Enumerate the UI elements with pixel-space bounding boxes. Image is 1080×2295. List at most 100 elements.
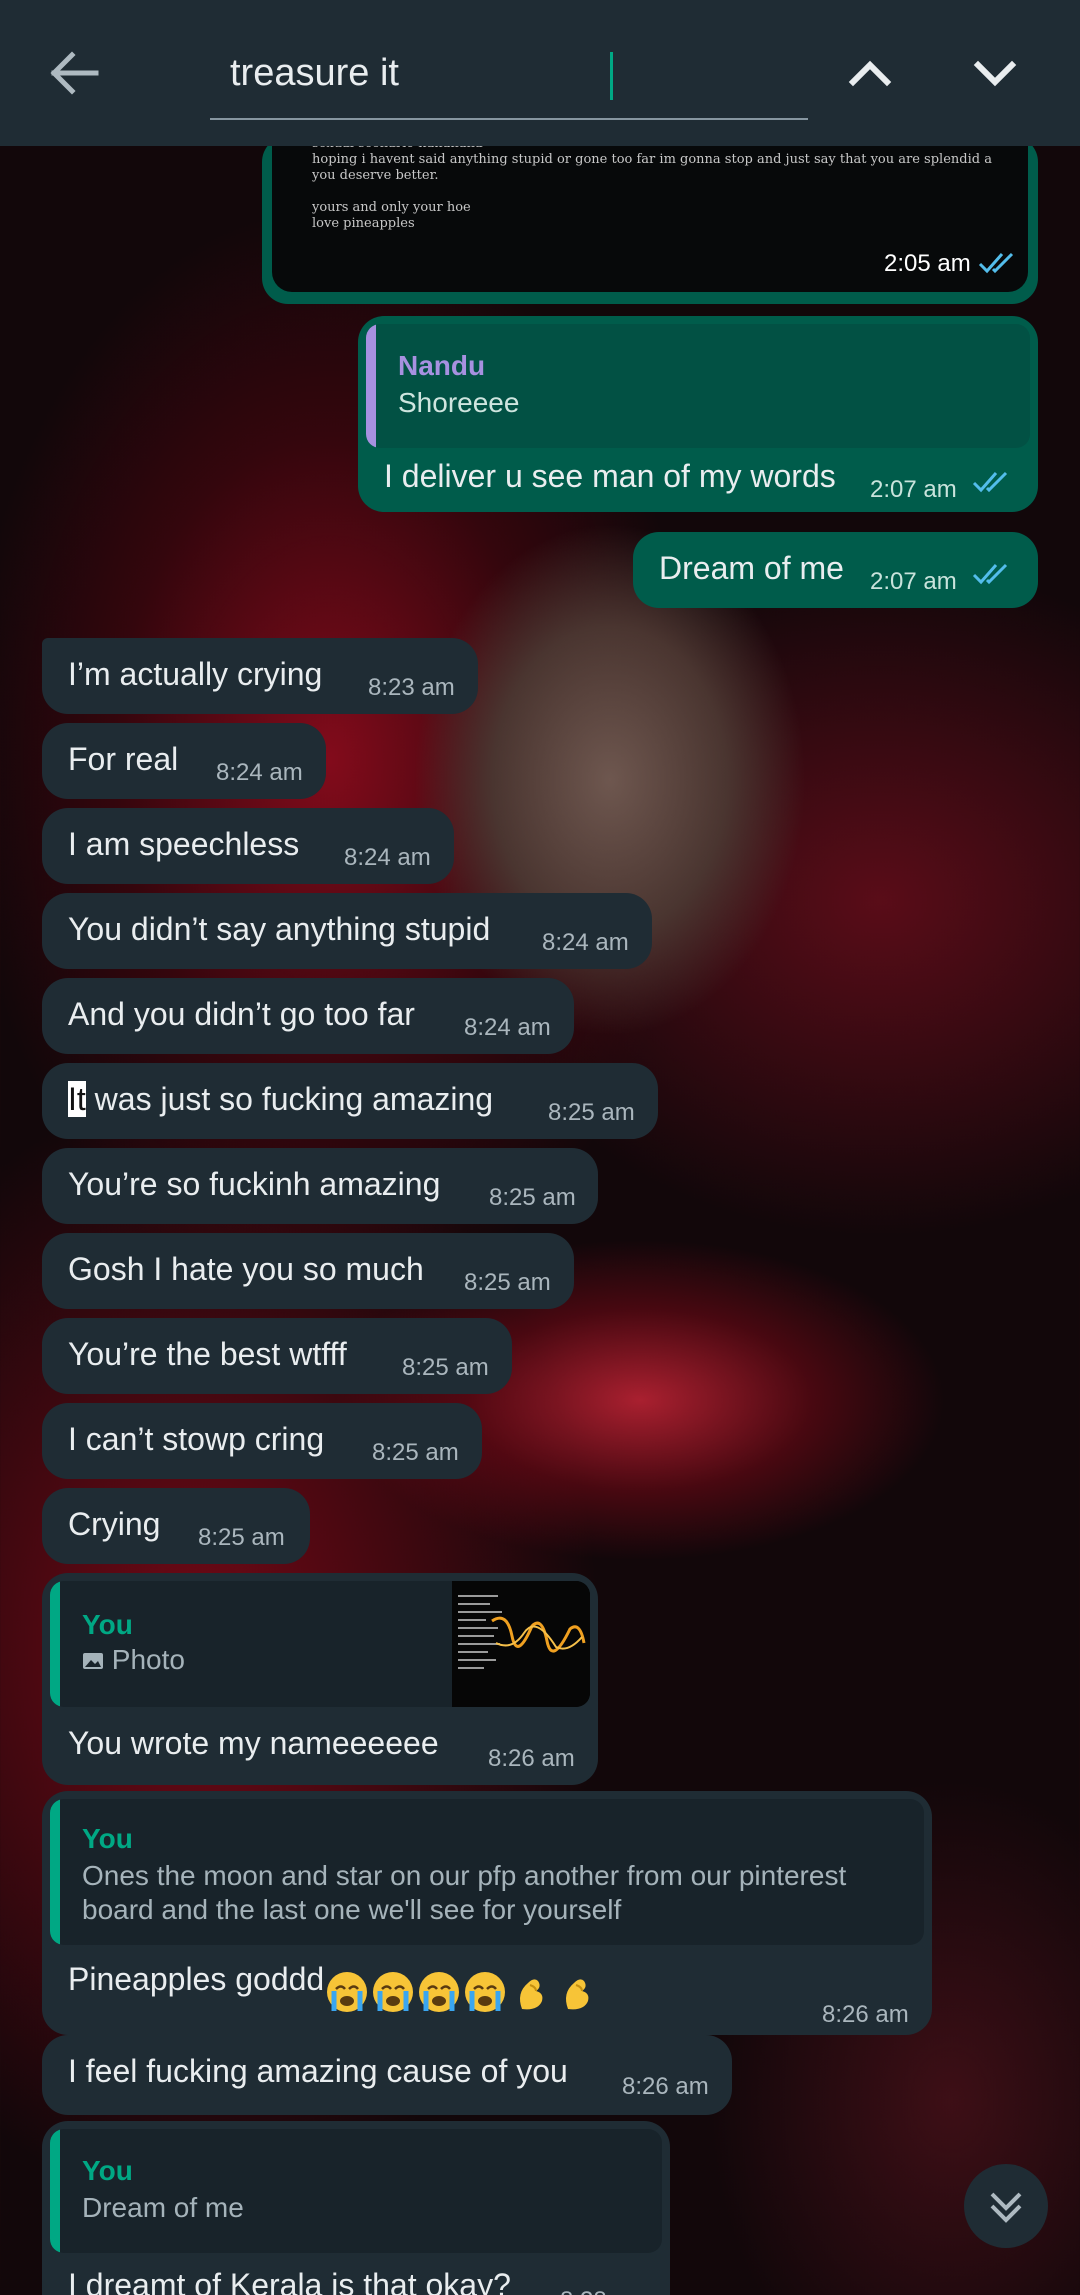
message-incoming[interactable]: I am speechless 8:24 am (42, 808, 454, 884)
photo-icon (83, 1653, 103, 1669)
quote-text: Photo (111, 1644, 185, 1675)
quote-author: You (82, 1823, 133, 1854)
message-time: 2:07 am (870, 568, 957, 595)
message-incoming[interactable]: Gosh I hate you so much 8:25 am (42, 1233, 574, 1309)
search-highlight: It (68, 1081, 86, 1117)
message-text-main: Pineapples goddd (68, 1961, 325, 1997)
double-chevron-down-icon (990, 2192, 1022, 2223)
message-time: 2:05 am (884, 250, 971, 277)
message-text: Dream of me (659, 550, 844, 586)
loudly-crying-face-icon (373, 1971, 414, 2012)
image-message[interactable]: sexual scenario hahahaha hoping i havent… (262, 136, 1038, 304)
pinched-fingers-icon (520, 1978, 543, 2009)
message-text: I am speechless (68, 826, 300, 862)
chevron-up-icon (848, 60, 892, 87)
message-incoming[interactable]: Crying 8:25 am (42, 1488, 310, 1564)
image-line: hoping i havent said anything stupid or … (312, 152, 992, 167)
message-time: 8:28 am (560, 2281, 647, 2295)
quote-author: Nandu (398, 350, 486, 381)
image-line: yours and only your hoe (312, 200, 471, 215)
search-input[interactable] (230, 48, 790, 98)
pinched-fingers-icon (566, 1978, 589, 2009)
message-time: 8:25 am (198, 1524, 285, 1551)
message-time: 8:25 am (489, 1184, 576, 1211)
search-previous-button[interactable] (835, 38, 905, 108)
message-incoming[interactable]: And you didn’t go too far 8:24 am (42, 978, 574, 1054)
quoted-message[interactable]: You Dream of me (50, 2129, 662, 2253)
chat-messages[interactable]: sexual scenario hahahaha hoping i havent… (0, 136, 1080, 2295)
loudly-crying-face-icon (327, 1971, 368, 2012)
image-line: you deserve better. (312, 168, 439, 183)
message-text-rest: was just so fucking amazing (85, 1081, 494, 1117)
quoted-message[interactable]: Nandu Shoreeee (366, 324, 1030, 448)
message-incoming[interactable]: You Photo You wrote my nameeeeee 8:26 am (42, 1573, 598, 1785)
quoted-message[interactable]: You Ones the moon and star on our pfp an… (50, 1799, 924, 1945)
message-incoming[interactable]: I feel fucking amazing cause of you 8:26… (42, 2035, 732, 2115)
message-text: For real (68, 741, 179, 777)
quote-text: Shoreeee (398, 387, 520, 418)
quote-thumbnail[interactable] (452, 1581, 590, 1707)
double-check-icon (978, 252, 1014, 274)
quote-photo-label: Photo (82, 1643, 185, 1677)
message-text: I feel fucking amazing cause of you (68, 2053, 568, 2089)
message-text: I can’t stowp cring (68, 1421, 325, 1457)
message-outgoing[interactable]: Dream of me 2:07 am (633, 532, 1038, 608)
message-text: I deliver u see man of my words (384, 458, 836, 494)
message-time: 8:26 am (822, 2001, 909, 2028)
quote-bar (50, 1799, 60, 1945)
message-text: You wrote my nameeeeee (68, 1725, 439, 1761)
message-time: 8:26 am (488, 1745, 575, 1772)
message-incoming[interactable]: I can’t stowp cring 8:25 am (42, 1403, 482, 1479)
message-time: 8:24 am (542, 929, 629, 956)
message-incoming[interactable]: You Dream of me I dreamt of Kerala is th… (42, 2121, 670, 2295)
message-incoming[interactable]: You Ones the moon and star on our pfp an… (42, 1791, 932, 2035)
search-field[interactable] (210, 30, 808, 120)
message-incoming[interactable]: You’re so fuckinh amazing 8:25 am (42, 1148, 598, 1224)
quote-text: Dream of me (82, 2192, 244, 2223)
message-time: 8:26 am (622, 2073, 709, 2100)
message-text: Pineapples goddd (68, 1959, 600, 2015)
quote-bar (50, 1581, 60, 1707)
back-button[interactable] (40, 38, 110, 108)
message-text: Crying (68, 1506, 161, 1542)
chevron-down-icon (973, 60, 1017, 87)
message-text: And you didn’t go too far (68, 996, 415, 1032)
message-incoming[interactable]: It was just so fucking amazing 8:25 am (42, 1063, 658, 1139)
quote-author: You (82, 2155, 133, 2186)
message-text: I’m actually crying (68, 656, 323, 692)
message-text: You didn’t say anything stupid (68, 911, 491, 947)
message-image[interactable]: sexual scenario hahahaha hoping i havent… (272, 136, 1028, 292)
message-incoming[interactable]: For real 8:24 am (42, 723, 326, 799)
message-time: 8:25 am (548, 1099, 635, 1126)
arrow-left-icon (50, 51, 99, 95)
message-time: 2:07 am (870, 476, 957, 503)
quote-author: You (82, 1609, 133, 1640)
message-time: 8:25 am (372, 1439, 459, 1466)
text-caret (610, 52, 613, 100)
thumbnail-image (452, 1581, 590, 1707)
image-line: love pineapples (312, 216, 415, 231)
emoji-group (324, 1969, 600, 2015)
quote-text: Ones the moon and star on our pfp anothe… (82, 1860, 847, 1925)
quoted-message[interactable]: You Photo (50, 1581, 590, 1707)
message-incoming[interactable]: I’m actually crying 8:23 am (42, 638, 478, 714)
message-incoming[interactable]: You’re the best wtfff 8:25 am (42, 1318, 512, 1394)
message-text: You’re so fuckinh amazing (68, 1166, 441, 1202)
scroll-to-bottom-button[interactable] (964, 2164, 1048, 2248)
message-outgoing[interactable]: Nandu Shoreeee I deliver u see man of my… (358, 316, 1038, 512)
message-time: 8:24 am (464, 1014, 551, 1041)
loudly-crying-face-icon (465, 1971, 506, 2012)
message-text: I dreamt of Kerala is that okay? (68, 2267, 511, 2295)
search-next-button[interactable] (960, 38, 1030, 108)
double-check-icon (972, 471, 1008, 493)
message-time: 8:23 am (368, 674, 455, 701)
message-text: You’re the best wtfff (68, 1336, 347, 1372)
message-incoming[interactable]: You didn’t say anything stupid 8:24 am (42, 893, 652, 969)
image-line (312, 184, 992, 200)
quote-bar (50, 2129, 60, 2253)
quote-bar (366, 324, 376, 448)
message-time: 8:24 am (216, 759, 303, 786)
image-text: sexual scenario hahahaha hoping i havent… (312, 136, 992, 232)
message-text: It was just so fucking amazing (68, 1079, 493, 1119)
message-time: 8:24 am (344, 844, 431, 871)
